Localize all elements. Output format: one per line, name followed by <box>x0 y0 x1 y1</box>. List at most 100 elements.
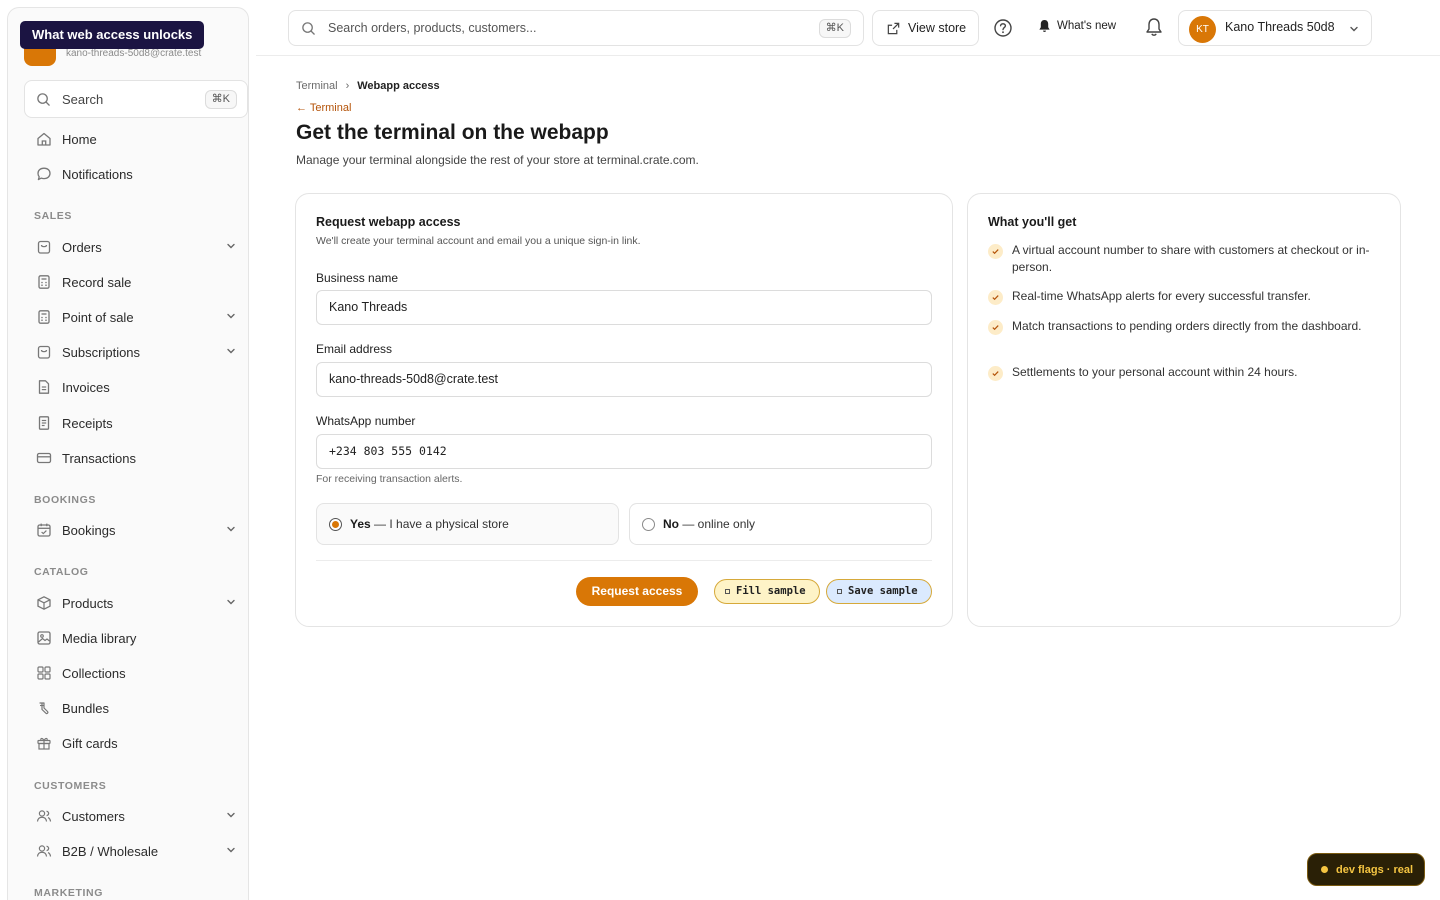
request-access-button[interactable]: Request access <box>576 577 698 606</box>
radio-physical-store[interactable]: Yes — I have a physical store <box>316 503 619 545</box>
benefit-item: Match transactions to pending orders dir… <box>988 318 1383 335</box>
sidebar-item-invoices[interactable]: Invoices <box>24 372 248 402</box>
shopping-bag-icon <box>34 237 54 257</box>
fill-sample-button[interactable]: Fill sample <box>714 579 820 604</box>
benefit-item: Real-time WhatsApp alerts for every succ… <box>988 288 1383 305</box>
sidebar-item-orders[interactable]: Orders <box>24 232 248 262</box>
sidebar-item-label: Media library <box>62 630 137 646</box>
brand-email: kano-threads-50d8@crate.test <box>66 48 202 59</box>
benefit-text: Match transactions to pending orders dir… <box>1012 319 1362 333</box>
save-sample-label: Save sample <box>848 585 918 597</box>
benefit-text: Real-time WhatsApp alerts for every succ… <box>1012 289 1311 303</box>
global-search-shortcut: ⌘K <box>818 19 851 38</box>
section-label-customers: CUSTOMERS <box>34 780 107 792</box>
account-name: Kano Threads 50d8 <box>1225 20 1335 34</box>
search-icon <box>36 92 51 107</box>
back-link[interactable]: ← Terminal <box>296 102 351 114</box>
tooltip: What web access unlocks <box>20 21 205 49</box>
benefit-text: Settlements to your personal account wit… <box>1012 365 1298 379</box>
email-field[interactable]: kano-threads-50d8@crate.test <box>316 362 932 397</box>
sidebar-item-label: Record sale <box>62 274 132 290</box>
account-menu-button[interactable]: KT Kano Threads 50d8 <box>1178 10 1372 46</box>
radio-button-selected[interactable] <box>329 517 342 531</box>
whatsapp-label: WhatsApp number <box>316 414 416 428</box>
business-name-field[interactable]: Kano Threads <box>316 290 932 325</box>
sidebar-item-label: Orders <box>62 239 102 255</box>
sidebar-item-label: Receipts <box>62 415 113 431</box>
benefit-text: A virtual account number to share with c… <box>1012 243 1370 274</box>
chevron-down-icon <box>1349 24 1359 34</box>
chevron-down-icon[interactable] <box>226 311 236 321</box>
radio-yes-strong: Yes <box>350 517 371 531</box>
sidebar-item-customers[interactable]: Customers <box>24 801 248 831</box>
breadcrumb-current: Webapp access <box>357 80 440 92</box>
sidebar-item-collections[interactable]: Collections <box>24 658 248 688</box>
document-icon <box>34 377 54 397</box>
whats-new-button[interactable]: What's new <box>1038 19 1116 33</box>
sidebar-item-products[interactable]: Products <box>24 588 248 618</box>
dev-flags-badge[interactable]: dev flags · real <box>1307 853 1425 886</box>
radio-no-strong: No <box>663 517 679 531</box>
breadcrumb: Terminal › Webapp access <box>296 80 440 92</box>
benefits-card: What you'll get A virtual account number… <box>967 193 1401 627</box>
sidebar-item-label: Subscriptions <box>62 344 141 360</box>
chevron-down-icon[interactable] <box>226 845 236 855</box>
chevron-down-icon[interactable] <box>226 241 236 251</box>
global-search-placeholder: Search orders, products, customers... <box>328 21 537 35</box>
chat-bubble-icon <box>34 164 54 184</box>
chevron-down-icon[interactable] <box>226 346 236 356</box>
page-title: Get the terminal on the webapp <box>296 121 609 144</box>
whatsapp-field[interactable]: +234 803 555 0142 <box>316 434 932 469</box>
chevron-down-icon[interactable] <box>226 524 236 534</box>
bell-filled-icon <box>1038 19 1051 33</box>
sidebar-item-label: Home <box>62 131 97 147</box>
help-icon[interactable] <box>993 18 1013 38</box>
grid-icon <box>34 663 54 683</box>
credit-card-icon <box>34 448 54 468</box>
view-store-button[interactable]: View store <box>872 10 979 46</box>
gift-icon <box>34 733 54 753</box>
calculator-icon <box>34 272 54 292</box>
sidebar-item-subscriptions[interactable]: Subscriptions <box>24 337 248 367</box>
sidebar-search[interactable]: Search ⌘K <box>24 80 248 118</box>
sidebar-item-media-library[interactable]: Media library <box>24 623 248 653</box>
sidebar-item-gift-cards[interactable]: Gift cards <box>24 728 248 758</box>
sidebar-item-receipts[interactable]: Receipts <box>24 408 248 438</box>
section-label-marketing: MARKETING <box>34 887 103 899</box>
save-sample-button[interactable]: Save sample <box>826 579 932 604</box>
card-title: Request webapp access <box>316 215 461 229</box>
chevron-down-icon[interactable] <box>226 597 236 607</box>
radio-online-only[interactable]: No — online only <box>629 503 932 545</box>
chevron-down-icon[interactable] <box>226 810 236 820</box>
sidebar-item-label: Transactions <box>62 450 136 466</box>
sidebar-item-label: Collections <box>62 665 126 681</box>
radio-button[interactable] <box>642 517 655 531</box>
fill-sample-label: Fill sample <box>736 585 806 597</box>
bundle-icon <box>34 698 54 718</box>
square-icon <box>725 588 730 594</box>
sidebar-item-label: Invoices <box>62 379 110 395</box>
whatsapp-help: For receiving transaction alerts. <box>316 473 463 485</box>
receipt-icon <box>34 413 54 433</box>
sidebar-item-bundles[interactable]: Bundles <box>24 693 248 723</box>
box-icon <box>34 593 54 613</box>
sidebar-item-home[interactable]: Home <box>24 124 248 154</box>
benefit-item: Settlements to your personal account wit… <box>988 364 1383 381</box>
view-store-label: View store <box>908 21 967 35</box>
sidebar-item-transactions[interactable]: Transactions <box>24 443 248 473</box>
users-icon <box>34 841 54 861</box>
sidebar-item-point-of-sale[interactable]: Point of sale <box>24 302 248 332</box>
sidebar-item-bookings[interactable]: Bookings <box>24 515 248 545</box>
bell-icon[interactable] <box>1144 17 1164 38</box>
avatar: KT <box>1189 16 1216 43</box>
sidebar-item-record-sale[interactable]: Record sale <box>24 267 248 297</box>
users-icon <box>34 806 54 826</box>
sidebar-item-label: Bookings <box>62 522 116 538</box>
sidebar-item-label: Notifications <box>62 166 133 182</box>
check-icon <box>988 244 1003 259</box>
global-search-input[interactable]: Search orders, products, customers... ⌘K <box>288 10 864 46</box>
sidebar-item-notifications[interactable]: Notifications <box>24 159 248 189</box>
sidebar-item-b2b-wholesale[interactable]: B2B / Wholesale <box>24 836 248 866</box>
breadcrumb-terminal[interactable]: Terminal <box>296 80 338 92</box>
radio-yes-text: — I have a physical store <box>370 517 509 531</box>
